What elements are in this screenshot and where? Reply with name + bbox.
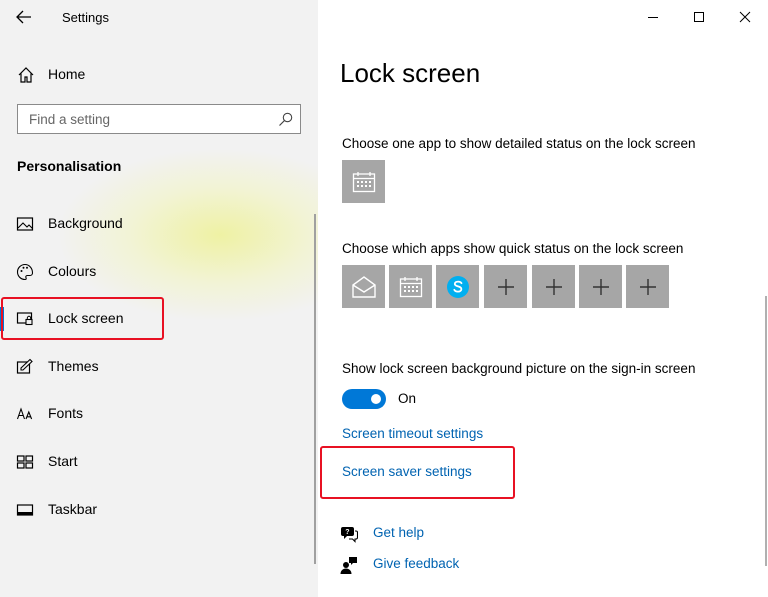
get-help-link[interactable]: ? Get help xyxy=(340,523,500,545)
calendar-icon xyxy=(399,276,422,297)
sidebar-item-label: Colours xyxy=(48,263,97,279)
sidebar-scrollbar[interactable] xyxy=(314,214,316,564)
sidebar-item-fonts[interactable]: Fonts xyxy=(0,394,318,434)
taskbar-icon xyxy=(16,504,34,516)
picture-icon xyxy=(16,217,34,231)
quick-status-add-3[interactable] xyxy=(579,265,622,308)
quick-status-add-4[interactable] xyxy=(626,265,669,308)
maximize-icon xyxy=(694,12,704,22)
add-icon xyxy=(592,278,609,295)
sidebar-item-start[interactable]: Start xyxy=(0,442,318,482)
add-icon xyxy=(639,278,656,295)
quick-status-add-2[interactable] xyxy=(532,265,575,308)
sidebar-item-label: Background xyxy=(48,215,123,231)
sidebar-item-label: Themes xyxy=(48,358,99,374)
page-title: Lock screen xyxy=(340,58,481,88)
search-icon[interactable] xyxy=(278,112,293,127)
sidebar: Settings Home Find a setting Personalisa… xyxy=(0,0,318,597)
window-controls xyxy=(630,0,768,34)
minimize-button[interactable] xyxy=(630,0,676,34)
svg-text:?: ? xyxy=(345,529,349,536)
add-icon xyxy=(497,278,514,295)
content-scrollbar[interactable] xyxy=(765,296,767,566)
search-placeholder: Find a setting xyxy=(29,112,111,127)
quick-status-app-skype[interactable] xyxy=(436,265,479,308)
main-content: Lock screen Choose one app to show detai… xyxy=(318,0,768,597)
mail-icon xyxy=(351,275,376,298)
search-input[interactable]: Find a setting xyxy=(17,104,301,134)
quick-status-label: Choose which apps show quick status on t… xyxy=(342,241,684,256)
sidebar-item-taskbar[interactable]: Taskbar xyxy=(0,490,318,530)
calendar-icon xyxy=(352,171,375,192)
home-icon xyxy=(18,67,34,83)
sidebar-item-label: Start xyxy=(48,453,78,469)
sidebar-item-label: Fonts xyxy=(48,405,84,421)
back-arrow-icon xyxy=(16,10,31,24)
quick-status-app-mail[interactable] xyxy=(342,265,385,308)
give-feedback-link[interactable]: Give feedback xyxy=(340,554,500,576)
window-title: Settings xyxy=(62,10,109,25)
themes-icon xyxy=(16,358,33,374)
quick-status-add-1[interactable] xyxy=(484,265,527,308)
sidebar-item-themes[interactable]: Themes xyxy=(0,347,318,387)
quick-status-app-calendar[interactable] xyxy=(389,265,432,308)
highlight-box-lock-screen xyxy=(1,297,164,340)
sidebar-item-home[interactable]: Home xyxy=(0,58,318,90)
sidebar-item-colours[interactable]: Colours xyxy=(0,252,318,292)
add-icon xyxy=(545,278,562,295)
sidebar-item-label: Home xyxy=(48,66,86,82)
screen-timeout-link[interactable]: Screen timeout settings xyxy=(342,426,483,441)
signin-background-toggle[interactable] xyxy=(342,389,386,409)
minimize-icon xyxy=(648,17,658,18)
help-chat-icon: ? xyxy=(341,527,358,543)
close-button[interactable] xyxy=(722,0,768,34)
toggle-knob xyxy=(371,394,381,404)
detailed-status-app-button[interactable] xyxy=(342,160,385,203)
close-icon xyxy=(739,11,751,23)
give-feedback-label: Give feedback xyxy=(373,556,460,571)
sidebar-item-label: Taskbar xyxy=(48,501,98,517)
maximize-button[interactable] xyxy=(676,0,722,34)
get-help-label: Get help xyxy=(373,525,425,540)
palette-icon xyxy=(17,263,34,281)
section-heading: Personalisation xyxy=(17,158,122,174)
back-button[interactable] xyxy=(12,6,36,28)
detailed-status-label: Choose one app to show detailed status o… xyxy=(342,136,696,151)
start-icon xyxy=(16,455,34,469)
toggle-state-label: On xyxy=(398,391,417,406)
skype-icon xyxy=(446,275,469,298)
fonts-icon xyxy=(16,407,33,420)
highlight-box-screen-saver xyxy=(320,446,515,499)
signin-background-label: Show lock screen background picture on t… xyxy=(342,361,696,376)
feedback-person-icon xyxy=(340,557,357,574)
sidebar-item-background[interactable]: Background xyxy=(0,204,318,244)
